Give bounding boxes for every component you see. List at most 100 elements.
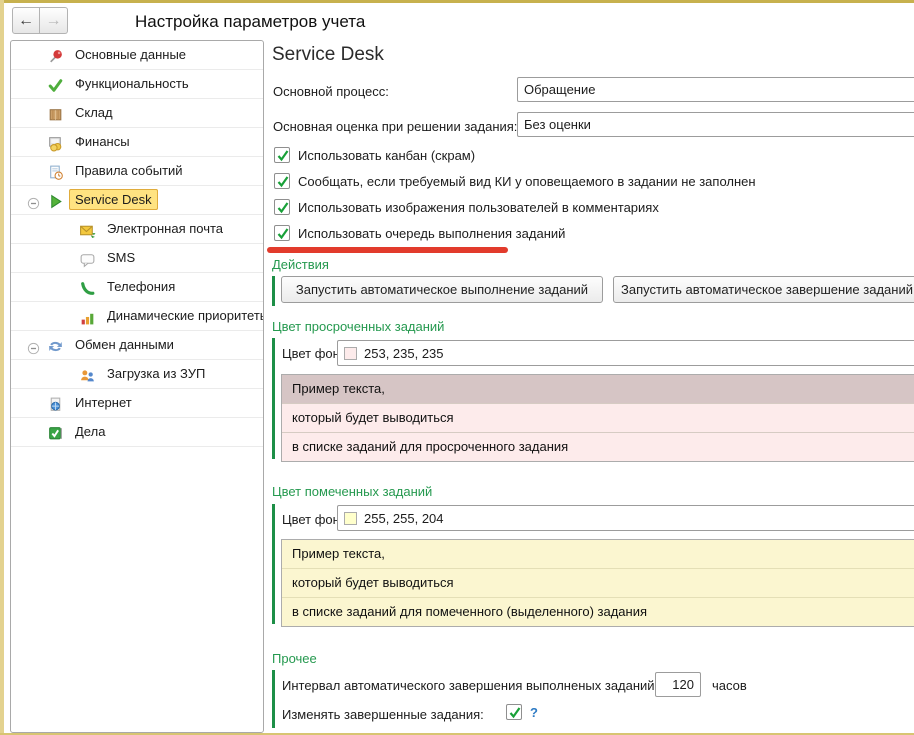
- people-icon: [79, 366, 96, 383]
- sample-row-header: Пример текста,: [282, 540, 914, 568]
- other-section-title: Прочее: [272, 651, 317, 666]
- sync-arrows-icon: [47, 337, 64, 354]
- sidebar-item-zup-import[interactable]: Загрузка из ЗУП: [11, 360, 263, 389]
- checkmark-icon: [276, 148, 290, 163]
- user-images-checkbox[interactable]: [274, 199, 290, 215]
- sidebar-item-label: Загрузка из ЗУП: [107, 366, 205, 381]
- sidebar-item-event-rules[interactable]: Правила событий: [11, 157, 263, 186]
- run-auto-execute-button[interactable]: Запустить автоматическое выполнение зада…: [281, 276, 603, 303]
- window-frame-left: [0, 0, 4, 735]
- sidebar-item-label: SMS: [107, 250, 135, 265]
- sidebar-item-functionality[interactable]: Функциональность: [11, 70, 263, 99]
- play-icon: [47, 192, 64, 209]
- sidebar-item-label: Дела: [75, 424, 105, 439]
- sidebar-item-service-desk[interactable]: Service Desk: [11, 186, 263, 215]
- sidebar-item-label: Функциональность: [75, 76, 189, 91]
- sidebar-item-label: Склад: [75, 105, 113, 120]
- task-queue-checkbox[interactable]: [274, 225, 290, 241]
- arrow-left-icon: ←: [18, 12, 34, 30]
- auto-complete-interval-input[interactable]: [655, 672, 701, 697]
- pin-icon: [47, 47, 64, 64]
- sidebar-item-sms[interactable]: SMS: [11, 244, 263, 273]
- page-title: Настройка параметров учета: [135, 12, 365, 32]
- sample-row: который будет выводиться: [282, 403, 914, 432]
- kanban-checkbox[interactable]: [274, 147, 290, 163]
- marked-color-value: 255, 255, 204: [364, 511, 444, 526]
- sidebar-item-internet[interactable]: Интернет: [11, 389, 263, 418]
- checkmark-icon: [508, 705, 522, 720]
- marked-color-swatch-icon: [344, 512, 357, 525]
- main-rating-label: Основная оценка при решении задания:: [273, 119, 517, 135]
- main-rating-input[interactable]: [517, 112, 914, 137]
- overdue-color-section-title: Цвет просроченных заданий: [272, 319, 444, 334]
- checkmark-icon: [47, 76, 64, 93]
- sample-row: в списке заданий для просроченного задан…: [282, 432, 914, 461]
- help-link[interactable]: ?: [530, 705, 538, 720]
- window-frame-top: [0, 0, 914, 3]
- main-process-label: Основной процесс:: [273, 84, 389, 100]
- checkmark-icon: [276, 174, 290, 189]
- nav-history-buttons: ← →: [12, 7, 68, 34]
- bar-chart-icon: [79, 308, 96, 325]
- checkmark-icon: [276, 226, 290, 241]
- marked-sample-table: Пример текста, который будет выводиться …: [281, 539, 914, 627]
- envelope-icon: [79, 221, 96, 238]
- notify-ki-checkbox[interactable]: [274, 173, 290, 189]
- arrow-right-icon: →: [46, 12, 62, 30]
- sidebar-item-data-exchange[interactable]: Обмен данными: [11, 331, 263, 360]
- overdue-color-swatch-icon: [344, 347, 357, 360]
- sidebar-item-finance[interactable]: Финансы: [11, 128, 263, 157]
- crate-icon: [47, 105, 64, 122]
- user-images-checkbox-label[interactable]: Использовать изображения пользователей в…: [298, 200, 659, 216]
- sidebar-item-tasks[interactable]: Дела: [11, 418, 263, 447]
- actions-section-title: Действия: [272, 257, 329, 272]
- sample-row: в списке заданий для помеченного (выделе…: [282, 597, 914, 626]
- settings-sidebar: Основные данные Функциональность Склад Ф…: [10, 40, 264, 733]
- sidebar-item-label: Финансы: [75, 134, 130, 149]
- sidebar-item-label: Основные данные: [75, 47, 186, 62]
- sidebar-item-warehouse[interactable]: Склад: [11, 99, 263, 128]
- sidebar-item-main-data[interactable]: Основные данные: [11, 41, 263, 70]
- sample-row: который будет выводиться: [282, 568, 914, 597]
- sidebar-item-label-selected: Service Desk: [69, 189, 158, 210]
- task-queue-checkbox-label[interactable]: Использовать очередь выполнения заданий: [298, 226, 565, 242]
- actions-section-bar: [272, 276, 275, 306]
- main-process-input[interactable]: [517, 77, 914, 102]
- sidebar-item-label: Динамические приоритеты: [107, 308, 264, 323]
- run-auto-complete-button[interactable]: Запустить автоматическое завершение зада…: [613, 276, 914, 303]
- sidebar-item-label: Телефония: [107, 279, 175, 294]
- section-title-service-desk: Service Desk: [272, 44, 384, 66]
- task-check-icon: [47, 424, 64, 441]
- auto-complete-interval-label: Интервал автоматического завершения выпо…: [282, 678, 658, 694]
- sidebar-item-dynamic-priorities[interactable]: Динамические приоритеты: [11, 302, 263, 331]
- document-clock-icon: [47, 163, 64, 180]
- sidebar-item-email[interactable]: Электронная почта: [11, 215, 263, 244]
- sample-row-header: Пример текста,: [282, 375, 914, 403]
- overdue-sample-table: Пример текста, который будет выводиться …: [281, 374, 914, 462]
- other-section-bar: [272, 670, 275, 728]
- marked-bg-color-input[interactable]: 255, 255, 204: [337, 505, 914, 531]
- collapse-expander-icon[interactable]: [26, 338, 41, 353]
- marked-section-bar: [272, 504, 275, 624]
- annotation-underline: [267, 247, 508, 253]
- edit-completed-checkbox[interactable]: [506, 704, 522, 720]
- coins-icon: [47, 134, 64, 151]
- speech-bubble-icon: [79, 250, 96, 267]
- globe-document-icon: [47, 395, 64, 412]
- notify-ki-checkbox-label[interactable]: Сообщать, если требуемый вид КИ у оповещ…: [298, 174, 756, 190]
- sidebar-item-label: Обмен данными: [75, 337, 174, 352]
- sidebar-item-label: Правила событий: [75, 163, 183, 178]
- overdue-color-value: 253, 235, 235: [364, 346, 444, 361]
- sidebar-item-label: Электронная почта: [107, 221, 223, 236]
- back-button[interactable]: ←: [12, 7, 40, 34]
- forward-button[interactable]: →: [40, 7, 68, 34]
- edit-completed-label: Изменять завершенные задания:: [282, 707, 484, 723]
- sidebar-item-label: Интернет: [75, 395, 132, 410]
- marked-color-section-title: Цвет помеченных заданий: [272, 484, 432, 499]
- kanban-checkbox-label[interactable]: Использовать канбан (скрам): [298, 148, 475, 164]
- sidebar-item-telephony[interactable]: Телефония: [11, 273, 263, 302]
- overdue-bg-color-input[interactable]: 253, 235, 235: [337, 340, 914, 366]
- collapse-expander-icon[interactable]: [26, 193, 41, 208]
- overdue-section-bar: [272, 338, 275, 459]
- checkmark-icon: [276, 200, 290, 215]
